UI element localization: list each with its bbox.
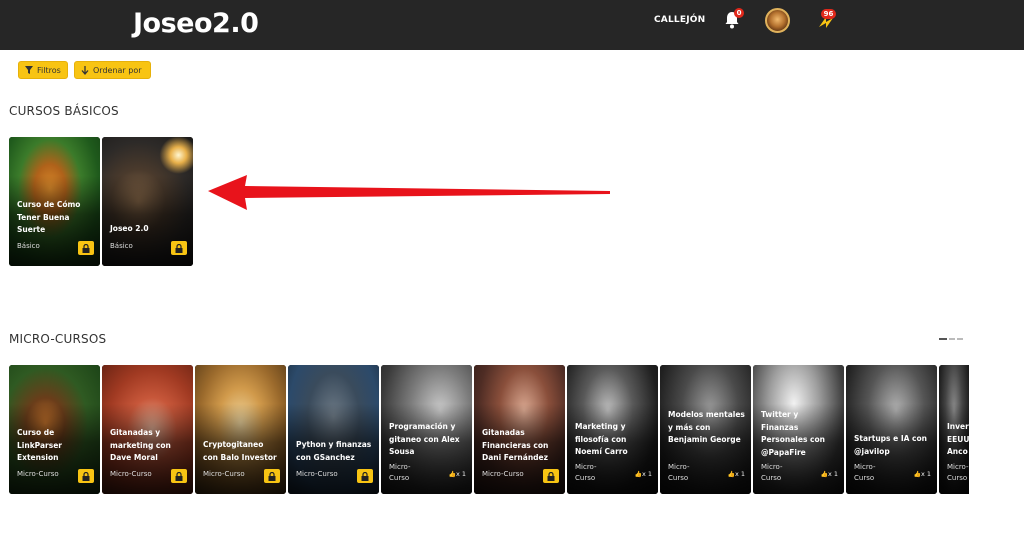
course-level: Micro- Curso	[389, 463, 411, 482]
lock-icon	[357, 469, 373, 483]
order-label: Ordenar por	[93, 65, 142, 75]
likes-label: x 1	[734, 470, 745, 478]
course-card[interactable]: Modelos mentales y más con Benjamin Geor…	[660, 365, 751, 494]
course-title: Inver EEUU Anco	[947, 422, 969, 456]
arrow-down-icon	[81, 65, 89, 75]
course-level: Micro-Curso	[110, 470, 152, 478]
likes-count: 👍x 1	[913, 470, 931, 478]
thumbs-up-icon: 👍	[634, 471, 642, 478]
course-title: Gitanadas y marketing con Dave Moral	[110, 428, 171, 462]
course-title: Marketing y filosofía con Noemí Carro	[575, 422, 628, 456]
bolt-count-badge: 96	[821, 9, 836, 19]
course-level: Micro-Curso	[482, 470, 524, 478]
nav-link-callejon[interactable]: CALLEJÓN	[654, 15, 705, 25]
likes-count: 👍x 1	[820, 470, 838, 478]
top-navbar: Joseo2.0 CALLEJÓN 0 96	[0, 0, 1024, 50]
likes-count: 👍x 1	[634, 470, 652, 478]
course-card[interactable]: Marketing y filosofía con Noemí Carro Mic…	[567, 365, 658, 494]
likes-label: x 1	[641, 470, 652, 478]
order-button[interactable]: Ordenar por	[74, 61, 151, 79]
likes-label: x 1	[920, 470, 931, 478]
section-title-micro: MICRO-CURSOS	[9, 332, 107, 346]
thumbs-up-icon: 👍	[448, 471, 456, 478]
course-title: Python y finanzas con GSanchez	[296, 440, 372, 462]
course-title: Twitter y Finanzas Personales con @PapaF…	[761, 410, 825, 457]
course-card[interactable]: Inver EEUU Anco Micro- Curso	[939, 365, 969, 494]
lock-icon	[543, 469, 559, 483]
likes-count: 👍x 1	[727, 470, 745, 478]
lock-icon	[78, 469, 94, 483]
course-level: Micro-Curso	[296, 470, 338, 478]
course-card[interactable]: Cryptogitaneo con Balo Investor Micro-Cur…	[195, 365, 286, 494]
course-title: Curso de Cómo Tener Buena Suerte	[17, 200, 81, 234]
thumbs-up-icon: 👍	[727, 471, 735, 478]
course-title: Modelos mentales y más con Benjamin Geor…	[668, 410, 745, 444]
red-arrow-annotation	[208, 175, 610, 210]
lock-icon	[171, 469, 187, 483]
thumbs-up-icon: 👍	[913, 471, 921, 478]
pagination-dot[interactable]	[949, 338, 955, 340]
course-card[interactable]: Gitanadas Financieras con Dani Fernández…	[474, 365, 565, 494]
avatar[interactable]	[765, 8, 790, 33]
course-level: Micro- Curso	[947, 463, 969, 482]
course-level: Básico	[110, 242, 133, 250]
course-card[interactable]: Python y finanzas con GSanchez Micro-Curs…	[288, 365, 379, 494]
course-level: Micro- Curso	[761, 463, 783, 482]
course-level: Micro- Curso	[575, 463, 597, 482]
notification-count-badge: 0	[734, 8, 744, 18]
course-level: Micro-Curso	[17, 470, 59, 478]
course-level: Micro- Curso	[854, 463, 876, 482]
course-title: Curso de LinkParser Extension	[17, 428, 62, 462]
course-card[interactable]: Joseo 2.0 Básico	[102, 137, 193, 266]
course-level: Básico	[17, 242, 40, 250]
section-title-basic: CURSOS BÁSICOS	[9, 104, 119, 118]
course-title: Cryptogitaneo con Balo Investor	[203, 440, 277, 462]
lock-icon	[171, 241, 187, 255]
likes-label: x 1	[827, 470, 838, 478]
course-title: Programación y gitaneo con Alex Sousa	[389, 422, 460, 456]
course-card[interactable]: Curso de LinkParser Extension Micro-Curso	[9, 365, 100, 494]
course-level: Micro-Curso	[203, 470, 245, 478]
lock-icon	[78, 241, 94, 255]
likes-count: 👍x 1	[448, 470, 466, 478]
course-card[interactable]: Gitanadas y marketing con Dave Moral Micr…	[102, 365, 193, 494]
course-card[interactable]: Startups e IA con @javilop Micro- Curso 👍x…	[846, 365, 937, 494]
thumbs-up-icon: 👍	[820, 471, 828, 478]
course-card[interactable]: Curso de Cómo Tener Buena Suerte Básico	[9, 137, 100, 266]
site-logo[interactable]: Joseo2.0	[133, 8, 259, 39]
likes-label: x 1	[455, 470, 466, 478]
pagination-dot[interactable]	[957, 338, 963, 340]
course-card[interactable]: Programación y gitaneo con Alex Sousa Mic…	[381, 365, 472, 494]
filter-label: Filtros	[37, 65, 61, 75]
carousel-pagination[interactable]	[939, 338, 969, 341]
course-title: Gitanadas Financieras con Dani Fernández	[482, 428, 549, 462]
course-card[interactable]: Twitter y Finanzas Personales con @PapaF…	[753, 365, 844, 494]
course-title: Startups e IA con @javilop	[854, 434, 927, 456]
course-title: Joseo 2.0	[110, 224, 149, 233]
pagination-dot[interactable]	[939, 338, 947, 340]
filter-button[interactable]: Filtros	[18, 61, 68, 79]
lock-icon	[264, 469, 280, 483]
filter-icon	[25, 66, 33, 74]
course-level: Micro- Curso	[668, 463, 690, 482]
